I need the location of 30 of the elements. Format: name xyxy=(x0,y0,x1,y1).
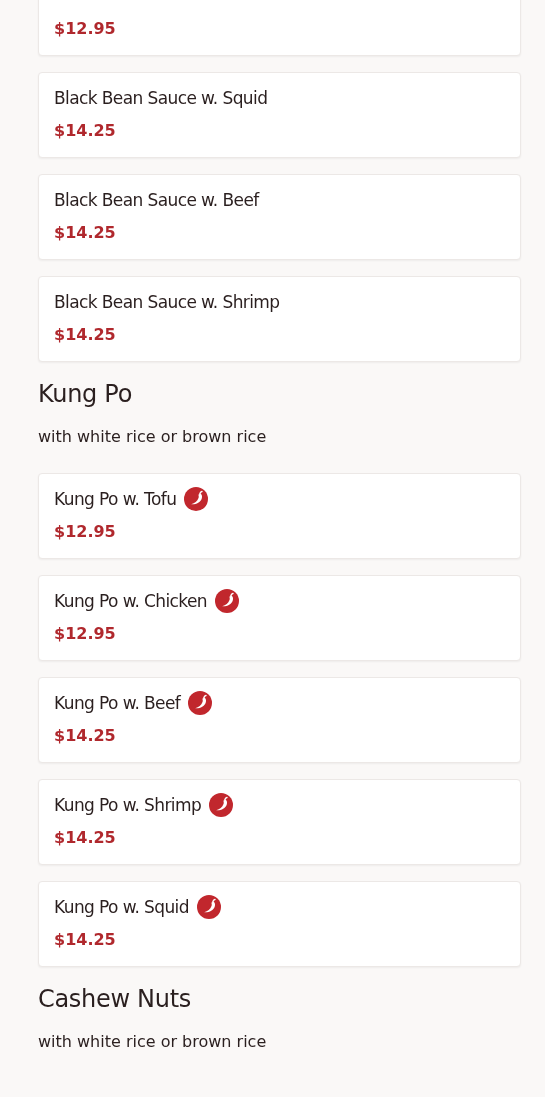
item-price: $12.95 xyxy=(54,623,117,645)
item-price: $12.95 xyxy=(54,18,117,40)
menu-item-card[interactable]: $12.95 xyxy=(38,0,521,56)
menu-item-card[interactable]: Kung Po w. Shrimp $14.25 xyxy=(38,779,521,865)
item-price: $14.25 xyxy=(54,120,117,142)
item-name: Kung Po w. Chicken xyxy=(54,590,208,613)
section-heading: Cashew Nuts xyxy=(38,984,192,1015)
item-name: Kung Po w. Shrimp xyxy=(54,794,202,817)
menu-item-card[interactable]: Black Bean Sauce w. Beef $14.25 xyxy=(38,174,521,260)
item-name: Kung Po w. Beef xyxy=(54,692,181,715)
section-subtitle: with white rice or brown rice xyxy=(38,426,268,448)
menu-item-card[interactable]: Kung Po w. Squid $14.25 xyxy=(38,881,521,967)
item-name: Black Bean Sauce w. Beef xyxy=(54,189,259,212)
section-subtitle: with white rice or brown rice xyxy=(38,1031,268,1053)
item-price: $14.25 xyxy=(54,324,117,346)
item-price: $14.25 xyxy=(54,725,117,747)
item-name: Kung Po w. Tofu xyxy=(54,488,177,511)
section-heading: Kung Po xyxy=(38,379,134,410)
item-price: $14.25 xyxy=(54,827,117,849)
item-price: $14.25 xyxy=(54,929,117,951)
item-name: Black Bean Sauce w. Shrimp xyxy=(54,291,280,314)
menu-item-card[interactable]: Kung Po w. Beef $14.25 xyxy=(38,677,521,763)
menu-item-card[interactable]: Kung Po w. Chicken $12.95 xyxy=(38,575,521,661)
item-name: Kung Po w. Squid xyxy=(54,896,189,919)
item-name: Black Bean Sauce w. Squid xyxy=(54,87,268,110)
item-price: $14.25 xyxy=(54,222,117,244)
menu-item-card[interactable]: Black Bean Sauce w. Shrimp $14.25 xyxy=(38,276,521,362)
menu-item-card[interactable]: Black Bean Sauce w. Squid $14.25 xyxy=(38,72,521,158)
menu-item-card[interactable]: Kung Po w. Tofu $12.95 xyxy=(38,473,521,559)
item-price: $12.95 xyxy=(54,521,117,543)
